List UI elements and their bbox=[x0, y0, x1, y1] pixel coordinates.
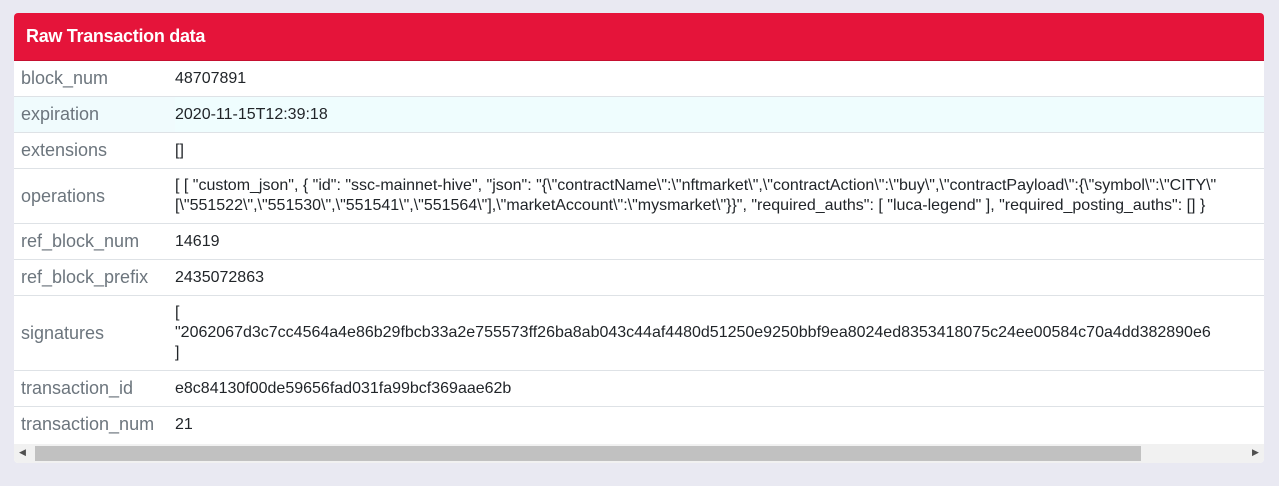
table-row: transaction_id e8c84130f00de59656fad031f… bbox=[14, 370, 1264, 407]
table-row: ref_block_num 14619 bbox=[14, 223, 1264, 260]
field-key: expiration bbox=[14, 96, 175, 133]
field-key: extensions bbox=[14, 132, 175, 169]
operations-line: [\"551522\",\"551530\",\"551541\",\"5515… bbox=[175, 197, 1206, 214]
field-value: 21 bbox=[175, 406, 1264, 442]
field-value-multiline: [ [ "custom_json", { "id": "ssc-mainnet-… bbox=[175, 168, 1264, 224]
signatures-line: [ bbox=[175, 304, 180, 321]
table-row: transaction_num 21 bbox=[14, 406, 1264, 442]
field-key: transaction_id bbox=[14, 370, 175, 407]
table-row: ref_block_prefix 2435072863 bbox=[14, 259, 1264, 296]
signatures-line: ] bbox=[175, 344, 180, 361]
scroll-left-arrow-icon[interactable]: ◀ bbox=[14, 444, 31, 463]
field-key: ref_block_num bbox=[14, 223, 175, 260]
field-value: e8c84130f00de59656fad031fa99bcf369aae62b bbox=[175, 370, 1264, 407]
scrollbar-thumb[interactable] bbox=[35, 446, 1141, 461]
field-key: transaction_num bbox=[14, 406, 175, 442]
field-key: block_num bbox=[21, 68, 109, 88]
signatures-line: "2062067d3c7cc4564a4e86b29fbcb33a2e75557… bbox=[175, 324, 1211, 341]
table-row: signatures [ "2062067d3c7cc4564a4e86b29f… bbox=[14, 295, 1264, 371]
raw-transaction-panel: Raw Transaction data block_num 48707891 … bbox=[14, 13, 1264, 463]
table-row: extensions [] bbox=[14, 132, 1264, 169]
table-row: operations [ [ "custom_json", { "id": "s… bbox=[14, 168, 1264, 224]
field-value: 2020-11-15T12:39:18 bbox=[175, 96, 1264, 133]
transaction-table-container[interactable]: block_num 48707891 expiration 2020-11-15… bbox=[14, 61, 1264, 444]
panel-title: Raw Transaction data bbox=[14, 13, 1264, 61]
field-value: 48707891 bbox=[175, 69, 247, 87]
field-key: operations bbox=[14, 168, 175, 224]
horizontal-scrollbar[interactable]: ◀ ▶ bbox=[14, 444, 1264, 463]
field-key: ref_block_prefix bbox=[14, 259, 175, 296]
field-value: 14619 bbox=[175, 223, 1264, 260]
scroll-right-arrow-icon[interactable]: ▶ bbox=[1247, 444, 1264, 463]
table-row: block_num 48707891 bbox=[14, 61, 1264, 97]
operations-line: [ [ "custom_json", { "id": "ssc-mainnet-… bbox=[175, 177, 1217, 194]
field-value: 2435072863 bbox=[175, 259, 1264, 296]
field-key: signatures bbox=[14, 295, 175, 371]
table-row: expiration 2020-11-15T12:39:18 bbox=[14, 96, 1264, 133]
transaction-table: block_num 48707891 expiration 2020-11-15… bbox=[14, 61, 1264, 442]
field-value: [] bbox=[175, 132, 1264, 169]
field-value-multiline: [ "2062067d3c7cc4564a4e86b29fbcb33a2e755… bbox=[175, 295, 1264, 371]
